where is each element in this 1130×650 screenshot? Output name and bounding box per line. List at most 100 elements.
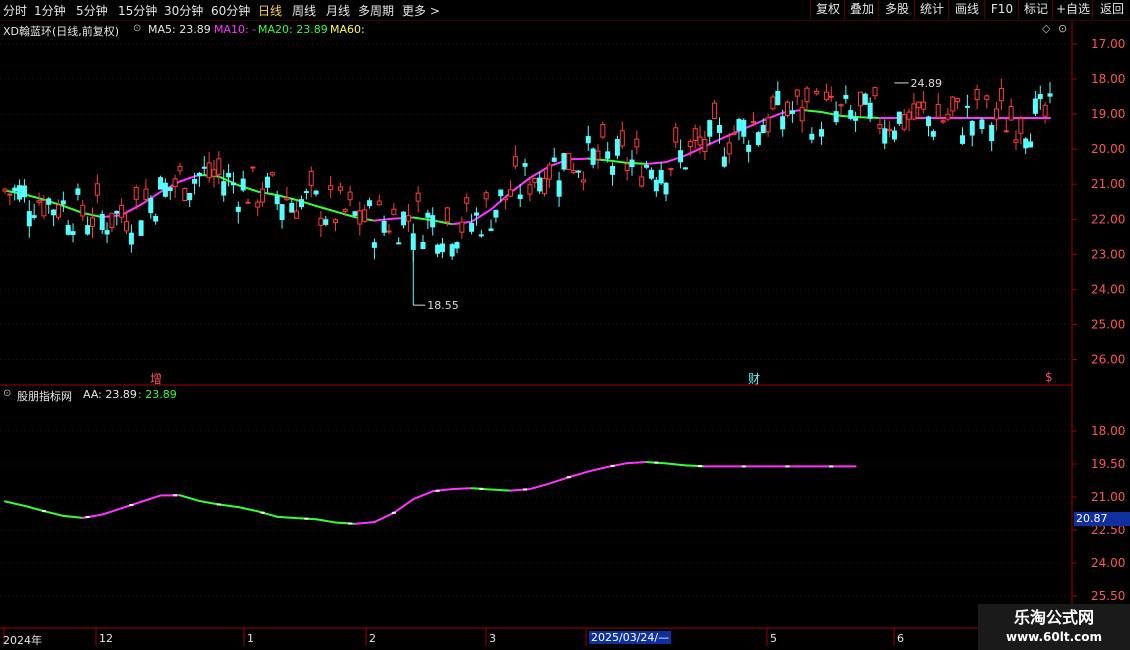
candle-body [809, 133, 815, 140]
candle-body [770, 96, 776, 110]
candle-body [128, 232, 134, 245]
candle-body [415, 192, 421, 202]
x-label: 1 [247, 632, 254, 645]
aa-dot [654, 461, 659, 464]
candle-body [124, 221, 130, 232]
candle-body [493, 209, 499, 218]
candle-body [658, 169, 664, 184]
candle-body [512, 156, 518, 167]
y-tick-label: 22.00 [1091, 212, 1125, 226]
aa-value-label: : 23.89 [138, 388, 177, 401]
marker-cai[interactable]: 财 [748, 370, 760, 387]
ma60-label: MA60: [330, 23, 365, 36]
candle-body [726, 142, 732, 155]
candle-body [250, 166, 256, 169]
candle-body [551, 157, 557, 162]
candle-body [819, 129, 825, 137]
candle-body [167, 187, 173, 191]
aa-label: AA: 23.89 [83, 388, 137, 401]
candle-body [994, 108, 1000, 120]
candle-body [823, 91, 829, 101]
candle-body [2, 188, 8, 192]
marker-dollar[interactable]: $ [1045, 370, 1053, 384]
candle-body [736, 119, 742, 131]
candle-body [226, 172, 232, 178]
candle-body [51, 209, 57, 216]
candle-body [828, 95, 834, 98]
y-tick-label: 23.00 [1091, 247, 1125, 261]
candle-body [1037, 93, 1043, 100]
candle-body [308, 170, 314, 186]
x-label: 3 [489, 632, 496, 645]
candle-body [843, 94, 849, 99]
candle-body [945, 113, 951, 120]
candle-body [702, 139, 708, 152]
candle-body [833, 111, 839, 123]
ma10-label: MA10: - [214, 23, 257, 36]
candle-body [162, 182, 168, 197]
marker-zeng[interactable]: 增 [150, 370, 162, 387]
candle-body [473, 212, 479, 216]
y-tick-label: 18.00 [1091, 424, 1125, 438]
candle-body [435, 244, 441, 254]
candle-body [235, 206, 241, 212]
chart-area[interactable]: 26.00 25.00 24.00 23.00 22.00 21.00 20.00 19.00… [0, 0, 1130, 650]
candle-body [357, 210, 363, 225]
candle-body [172, 178, 178, 187]
candle-body [323, 219, 329, 225]
candle-body [260, 188, 266, 203]
candle-body [405, 215, 411, 222]
candle-body [925, 116, 931, 127]
candle-body [789, 110, 795, 115]
y-tick-label: 20.00 [1091, 142, 1125, 156]
candle-body [576, 170, 582, 173]
candle-body [401, 211, 407, 226]
candle-body [906, 111, 912, 120]
candle-body [877, 124, 883, 129]
y-tick-label: 25.00 [1091, 317, 1125, 331]
settings-icon[interactable]: ⊙ [1058, 22, 1067, 35]
candle-body [119, 204, 125, 218]
candle-body [143, 188, 149, 201]
candle-body [187, 192, 193, 201]
current-value-box: 20.87 [1074, 512, 1130, 526]
candle-body [741, 120, 747, 137]
candle-body [600, 124, 606, 138]
candle-body [99, 213, 105, 231]
candle-body [498, 189, 504, 197]
x-label: 2024年 [3, 634, 42, 647]
candle-body [979, 119, 985, 130]
candle-body [318, 217, 324, 226]
candle-body [230, 182, 236, 186]
y-tick-label: 18.00 [1091, 72, 1125, 86]
chevron-down-icon[interactable]: ⊙ [3, 388, 11, 399]
candle-body [367, 200, 373, 207]
candle-body [940, 120, 946, 123]
candle-body [634, 138, 640, 148]
candle-body [109, 212, 115, 229]
candle-body [556, 180, 562, 197]
candle-body [430, 215, 436, 228]
candle-body [673, 127, 679, 143]
candle-body [26, 211, 32, 227]
candle-body [70, 231, 76, 235]
candle-body [765, 117, 771, 133]
candle-body [1003, 130, 1009, 133]
candle-body [454, 242, 460, 249]
candle-body [716, 125, 722, 133]
candle-body [984, 95, 990, 100]
diamond-icon[interactable]: ◇ [1042, 22, 1050, 35]
candle-body [269, 172, 275, 176]
candle-body [1047, 93, 1053, 97]
candle-body [469, 222, 475, 232]
candle-body [799, 106, 805, 122]
candle-body [629, 159, 635, 168]
candle-body [21, 185, 27, 198]
candle-body [80, 204, 86, 217]
candle-body [746, 144, 752, 152]
chevron-down-icon[interactable]: ⊙ [133, 23, 141, 34]
aa-dot [698, 465, 703, 468]
low-label: 18.55 [427, 299, 459, 312]
candle-body [610, 165, 616, 175]
candle-body [459, 221, 465, 233]
